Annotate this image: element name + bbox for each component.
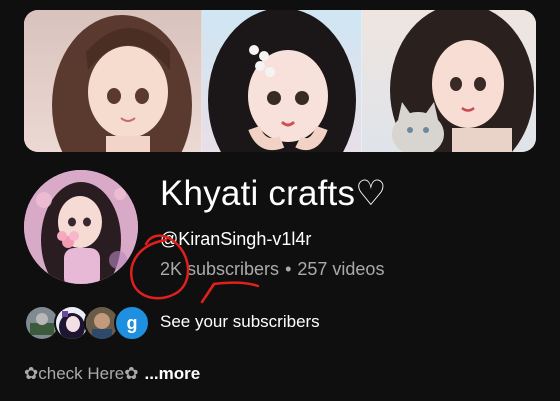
channel-page: Khyati crafts♡ @KiranSingh-v1l4r 2K subs… [0,0,560,401]
banner-image-right [362,10,536,152]
more-link[interactable]: ...more [144,364,200,383]
banner-image-middle [202,10,362,152]
banner-image-left [24,10,202,152]
channel-name: Khyati crafts♡ [160,174,387,213]
video-count[interactable]: 257 videos [297,259,384,279]
channel-banner [24,10,536,152]
channel-stats: 2K subscribers • 257 videos [160,259,384,280]
description-text: ✿check Here✿ [24,364,139,383]
see-subscribers-link[interactable]: See your subscribers [160,312,320,332]
subscriber-letter-avatar: g [114,305,150,341]
subscriber-count: 2K subscribers [160,259,280,279]
channel-description[interactable]: ✿check Here✿ ...more [24,364,200,384]
subscriber-avatars[interactable]: g [24,305,154,341]
channel-handle: @KiranSingh-v1l4r [160,229,312,249]
meta-separator: • [285,259,292,279]
channel-avatar[interactable] [24,170,138,284]
